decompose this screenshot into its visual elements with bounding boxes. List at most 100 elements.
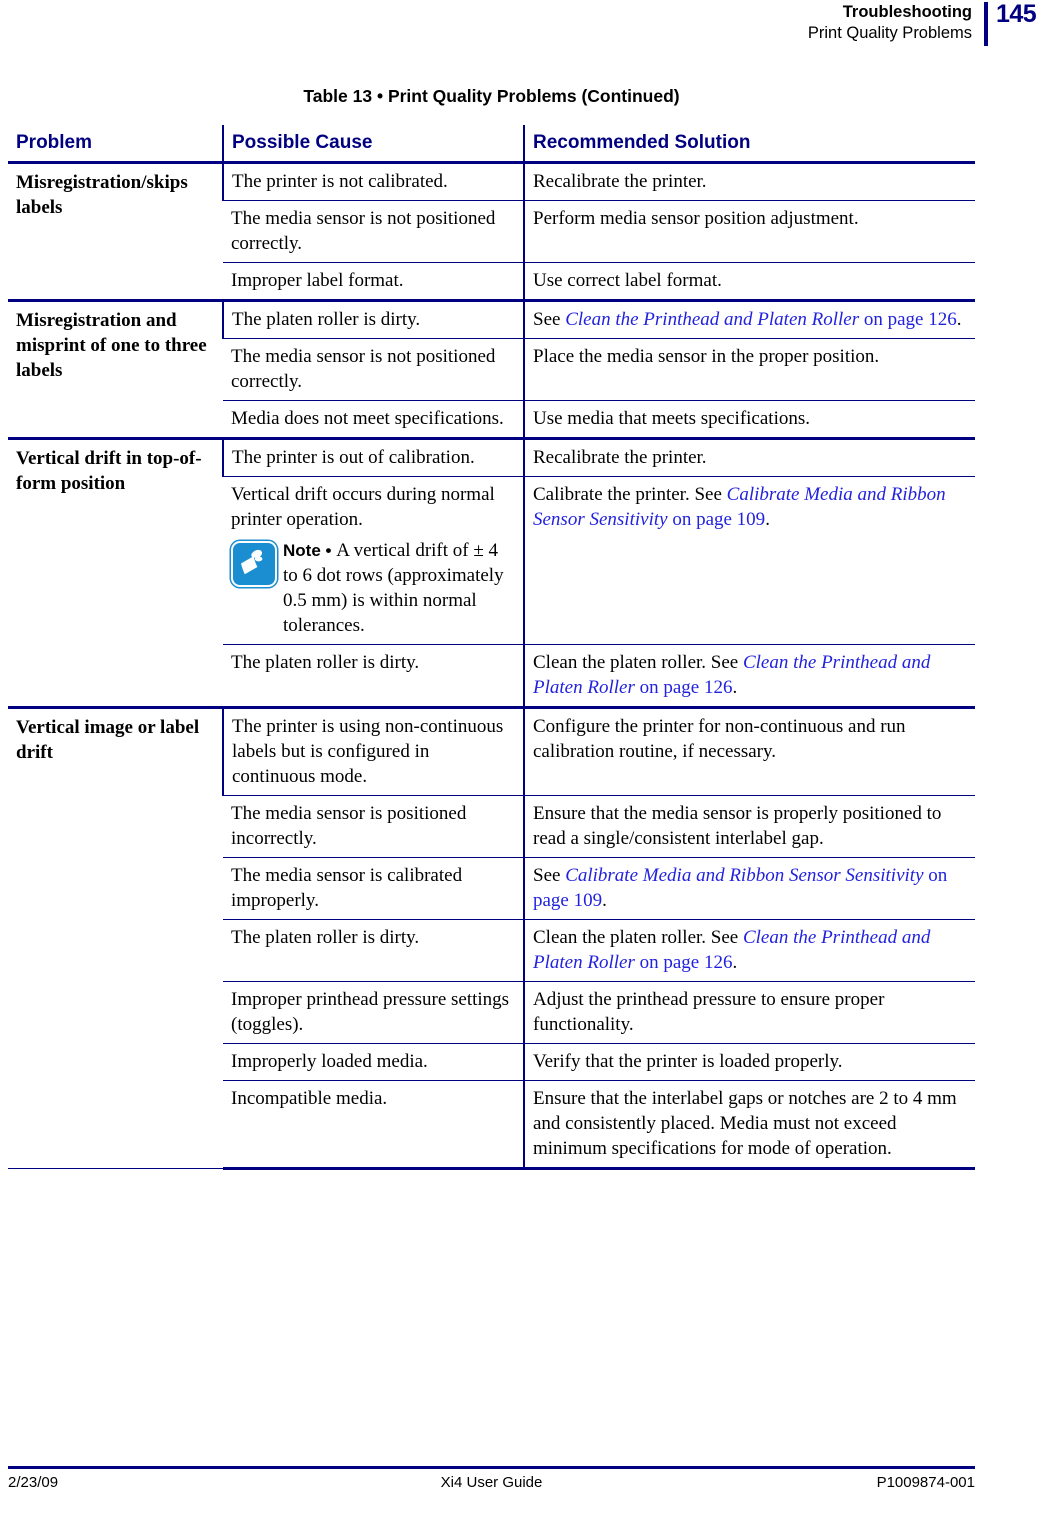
solution-text: Ensure that the interlabel gaps or notch… [533,1088,957,1159]
recommended-solution-cell: Recalibrate the printer. [523,437,975,477]
solution-text: See [533,865,566,886]
cross-reference-link[interactable]: Calibrate Media and Ribbon Sensor Sensit… [565,865,923,886]
solution-text: Place the media sensor in the proper pos… [533,346,880,367]
solution-text: Ensure that the media sensor is properly… [533,803,942,849]
page-footer: 2/23/09 Xi4 User Guide P1009874-001 [8,1474,975,1498]
page-header: Troubleshooting Print Quality Problems 1… [0,0,1038,52]
recommended-solution-cell: Ensure that the media sensor is properly… [523,795,975,858]
note-block: Note • A vertical drift of ± 4 to 6 dot … [231,538,515,638]
possible-cause-text: The printer is using non-continuous labe… [232,716,504,787]
solution-text: Use correct label format. [533,270,722,291]
possible-cause-text: Improperly loaded media. [231,1051,428,1072]
possible-cause-text: The platen roller is dirty. [231,652,420,673]
recommended-solution-cell: Adjust the printhead pressure to ensure … [523,981,975,1044]
cross-reference-link[interactable]: Clean the Printhead and Platen Roller [565,309,859,330]
possible-cause-text: The platen roller is dirty. [231,927,420,948]
solution-text: Adjust the printhead pressure to ensure … [533,989,885,1035]
solution-text: . [732,952,738,973]
cross-reference-page[interactable]: on page 126 [859,309,957,330]
solution-text: Configure the printer for non-continuous… [533,716,906,762]
possible-cause-text: Improper printhead pressure settings (to… [231,989,510,1035]
possible-cause-text: Incompatible media. [231,1088,388,1109]
footer-guide-title: Xi4 User Guide [440,1474,543,1491]
recommended-solution-cell: Calibrate the printer. See Calibrate Med… [523,476,975,645]
possible-cause-cell: The platen roller is dirty. [222,299,524,339]
possible-cause-cell: Incompatible media. [223,1080,524,1170]
recommended-solution-cell: Use correct label format. [523,262,975,301]
possible-cause-text: The printer is out of calibration. [232,447,475,468]
solution-text: Recalibrate the printer. [533,447,707,468]
solution-text: Verify that the printer is loaded proper… [533,1051,843,1072]
solution-text: Clean the platen roller. See [533,652,743,673]
possible-cause-cell: Improper label format. [223,262,524,301]
possible-cause-cell: The printer is out of calibration. [222,437,524,477]
possible-cause-text: The platen roller is dirty. [232,309,421,330]
recommended-solution-cell: Clean the platen roller. See Clean the P… [523,644,975,708]
table-row: Vertical image or label drift The printer… [8,706,975,1169]
cross-reference-page[interactable]: on page 126 [635,952,733,973]
solution-text: . [732,677,738,698]
possible-cause-text: Improper label format. [231,270,404,291]
possible-cause-cell: The media sensor is positioned incorrect… [223,795,524,858]
solution-text: See [533,309,566,330]
possible-cause-text: The media sensor is not positioned corre… [231,208,496,254]
recommended-solution-cell: Recalibrate the printer. [523,161,975,201]
possible-cause-text: The media sensor is not positioned corre… [231,346,496,392]
page-number: 145 [996,0,1037,28]
possible-cause-text: The media sensor is positioned incorrect… [231,803,467,849]
possible-cause-cell: The platen roller is dirty. [223,919,524,982]
recommended-solution-cell: See Calibrate Media and Ribbon Sensor Se… [523,857,975,920]
recommended-solution-cell: See Clean the Printhead and Platen Rolle… [523,299,975,339]
table-body: Misregistration/skips labels The printer … [8,161,975,1170]
problem-cell: Misregistration/skips labels [8,161,223,301]
cross-reference-page[interactable]: on page 126 [635,677,733,698]
possible-cause-text: Media does not meet specifications. [231,408,504,429]
table-header-row: Problem Possible Cause Recommended Solut… [8,125,975,163]
possible-cause-cell: Media does not meet specifications. [223,400,524,439]
header-section-title: Print Quality Problems [807,24,972,42]
possible-cause-cell: The platen roller is dirty. [223,644,524,708]
solution-text: Clean the platen roller. See [533,927,743,948]
table-caption: Table 13 • Print Quality Problems (Conti… [303,86,680,106]
possible-cause-cell: Improperly loaded media. [223,1043,524,1081]
column-header-possible-cause: Possible Cause [222,125,524,163]
table-row: Misregistration/skips labels The printer … [8,161,975,301]
header-chapter-title: Troubleshooting [842,3,972,21]
cross-reference-page[interactable]: on page 109 [668,509,765,530]
recommended-solution-cell: Ensure that the interlabel gaps or notch… [523,1080,975,1170]
possible-cause-cell: The printer is not calibrated. [222,161,524,201]
possible-cause-cell: The media sensor is not positioned corre… [223,200,524,263]
possible-cause-cell: The media sensor is calibrated improperl… [223,857,524,920]
footer-rule [8,1466,975,1469]
solution-text: . [956,309,962,330]
zebra-note-icon [231,541,277,587]
note-label: Note • [283,541,337,560]
solution-text: Perform media sensor position adjustment… [533,208,859,229]
column-header-problem: Problem [8,125,223,163]
header-divider-rule [984,2,988,46]
column-header-recommended-solution: Recommended Solution [523,125,975,163]
solution-text: . [602,890,607,911]
table-row: Vertical drift in top-of-form position Th… [8,437,975,708]
possible-cause-text: The printer is not calibrated. [232,171,448,192]
possible-cause-cell: Vertical drift occurs during normal prin… [223,476,524,645]
print-quality-problems-table: Problem Possible Cause Recommended Solut… [8,125,975,1170]
possible-cause-cell: The media sensor is not positioned corre… [223,338,524,401]
recommended-solution-cell: Use media that meets specifications. [523,400,975,439]
solution-text: . [765,509,770,530]
table-head: Problem Possible Cause Recommended Solut… [8,125,975,163]
solution-text: Recalibrate the printer. [533,171,707,192]
possible-cause-cell: The printer is using non-continuous labe… [222,706,524,796]
problem-cell: Vertical drift in top-of-form position [8,437,223,708]
recommended-solution-cell: Perform media sensor position adjustment… [523,200,975,263]
solution-text: Use media that meets specifications. [533,408,810,429]
possible-cause-text: Vertical drift occurs during normal prin… [231,484,495,530]
recommended-solution-cell: Clean the platen roller. See Clean the P… [523,919,975,982]
recommended-solution-cell: Configure the printer for non-continuous… [523,706,975,796]
recommended-solution-cell: Place the media sensor in the proper pos… [523,338,975,401]
header-titles: Troubleshooting Print Quality Problems [808,2,972,44]
possible-cause-cell: Improper printhead pressure settings (to… [223,981,524,1044]
problem-cell: Misregistration and misprint of one to t… [8,299,223,439]
possible-cause-text: The media sensor is calibrated improperl… [231,865,463,911]
problem-cell: Vertical image or label drift [8,706,223,1169]
